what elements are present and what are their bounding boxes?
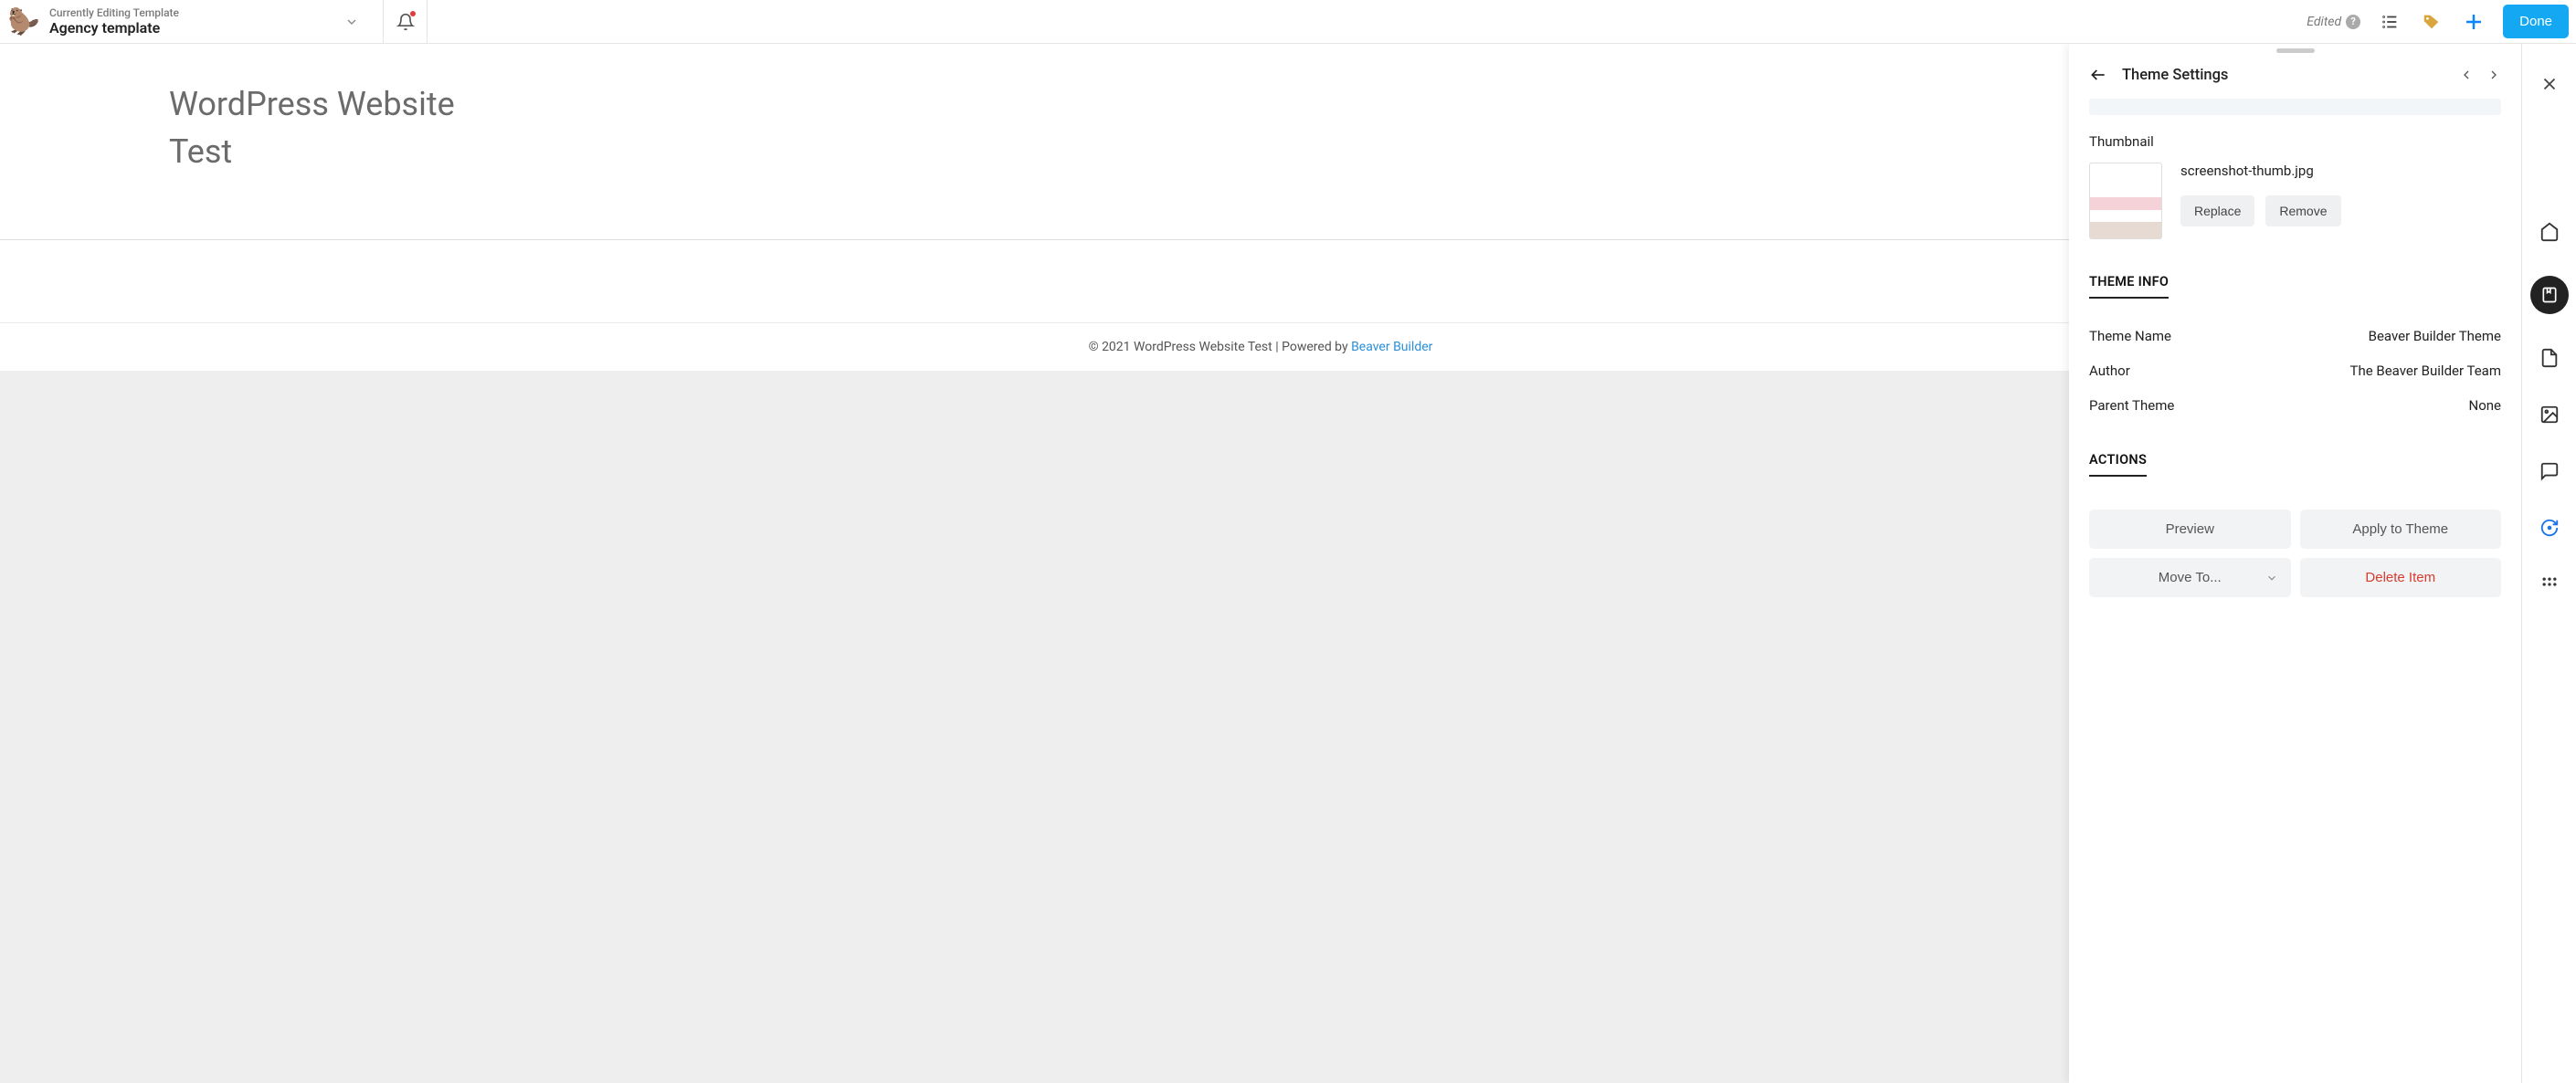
panel-header: Theme Settings	[2069, 53, 2521, 99]
theme-name-row: Theme Name Beaver Builder Theme	[2089, 319, 2501, 353]
theme-name-val: Beaver Builder Theme	[2369, 328, 2501, 344]
thumbnail-label: Thumbnail	[2089, 133, 2501, 150]
apply-button[interactable]: Apply to Theme	[2300, 510, 2502, 549]
chevron-down-icon	[2265, 572, 2278, 584]
heading-line1: WordPress Website	[169, 85, 455, 123]
thumbnail-image[interactable]	[2089, 163, 2162, 239]
author-row: Author The Beaver Builder Team	[2089, 353, 2501, 388]
canvas-area: WordPress Website Test © 2021 WordPress …	[0, 44, 2521, 1083]
heading-line2: Test	[169, 132, 232, 171]
thumbnail-filename: screenshot-thumb.jpg	[2180, 163, 2341, 179]
footer-link[interactable]: Beaver Builder	[1351, 340, 1432, 354]
thumbnail-row: screenshot-thumb.jpg Replace Remove	[2089, 163, 2501, 239]
edited-text: Edited	[2307, 15, 2341, 29]
panel-body: Thumbnail screenshot-thumb.jpg Replace R…	[2069, 99, 2521, 1083]
outline-icon[interactable]	[2377, 9, 2402, 35]
theme-settings-panel: Theme Settings Thumbnail screenshot-thum…	[2069, 44, 2521, 1083]
template-title: Agency template	[49, 19, 179, 37]
move-to-label: Move To...	[2159, 570, 2222, 585]
topbar: 🦫 Currently Editing Template Agency temp…	[0, 0, 2576, 44]
right-rail	[2521, 44, 2576, 1083]
sync-icon[interactable]	[2537, 515, 2562, 541]
author-val: The Beaver Builder Team	[2350, 363, 2502, 379]
title-block: Currently Editing Template Agency templa…	[49, 6, 179, 37]
theme-name-key: Theme Name	[2089, 328, 2171, 344]
parent-theme-row: Parent Theme None	[2089, 388, 2501, 423]
notifications-button[interactable]	[384, 0, 428, 43]
help-icon[interactable]: ?	[2346, 15, 2360, 29]
template-selector[interactable]: 🦫 Currently Editing Template Agency temp…	[0, 0, 384, 43]
parent-key: Parent Theme	[2089, 397, 2174, 414]
input-field[interactable]	[2089, 99, 2501, 115]
apps-icon[interactable]	[2537, 572, 2562, 597]
next-icon[interactable]	[2486, 68, 2501, 82]
back-icon[interactable]	[2089, 66, 2107, 84]
remove-button[interactable]: Remove	[2265, 195, 2340, 226]
bell-icon	[396, 13, 415, 31]
prev-icon[interactable]	[2459, 68, 2474, 82]
add-button[interactable]	[2461, 9, 2486, 35]
theme-info-heading: THEME INFO	[2089, 274, 2169, 299]
topbar-right: Edited ? Done	[2307, 5, 2576, 38]
edited-status: Edited ?	[2307, 15, 2360, 29]
notification-dot	[410, 11, 416, 16]
footer-text: © 2021 WordPress Website Test | Powered …	[1089, 340, 1351, 354]
done-button[interactable]: Done	[2503, 5, 2569, 38]
preview-button[interactable]: Preview	[2089, 510, 2291, 549]
tag-icon[interactable]	[2419, 9, 2444, 35]
chevron-down-icon[interactable]	[339, 9, 364, 35]
close-icon[interactable]	[2537, 71, 2562, 97]
editing-eyebrow: Currently Editing Template	[49, 6, 179, 19]
document-icon[interactable]	[2537, 345, 2562, 371]
actions-heading: ACTIONS	[2089, 452, 2147, 477]
bookmark-icon[interactable]	[2530, 276, 2569, 314]
panel-title: Theme Settings	[2122, 67, 2444, 84]
image-icon[interactable]	[2537, 402, 2562, 427]
parent-val: None	[2469, 397, 2502, 414]
beaver-logo-icon: 🦫	[7, 5, 40, 38]
page-heading: WordPress Website Test	[169, 80, 2352, 175]
comment-icon[interactable]	[2537, 458, 2562, 484]
home-icon[interactable]	[2537, 219, 2562, 245]
move-to-button[interactable]: Move To...	[2089, 558, 2291, 597]
replace-button[interactable]: Replace	[2180, 195, 2254, 226]
author-key: Author	[2089, 363, 2130, 379]
delete-button[interactable]: Delete Item	[2300, 558, 2502, 597]
